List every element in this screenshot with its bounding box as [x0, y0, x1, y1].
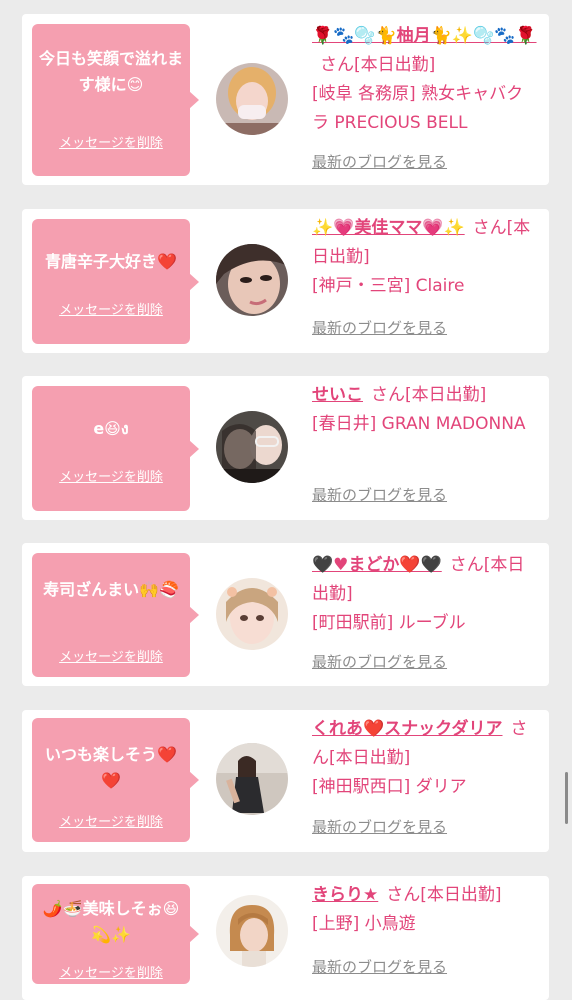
delete-message-link[interactable]: メッセージを削除: [32, 962, 190, 981]
message-text: e😆ง: [93, 419, 129, 438]
avatar[interactable]: [216, 63, 288, 135]
cast-name-link[interactable]: くれあ❤️スナックダリア: [312, 719, 503, 739]
cast-name-link[interactable]: 🖤♥まどか❤️🖤: [312, 555, 442, 575]
cast-info: くれあ❤️スナックダリア さん[本日出勤] [神田駅西口] ダリア: [312, 715, 540, 802]
cast-info: せいこ さん[本日出勤] [春日井] GRAN MADONNA: [312, 381, 540, 439]
latest-blog-link[interactable]: 最新のブログを見る: [312, 651, 447, 672]
avatar-photo-woman-filter: [216, 578, 288, 650]
delete-message-link[interactable]: メッセージを削除: [32, 811, 190, 830]
message-card: e😆ง メッセージを削除 せいこ さん[本日出勤] [春日井] GRAN MADONNA…: [22, 376, 549, 520]
cast-name-link[interactable]: きらり★: [312, 885, 378, 905]
honorific-label: さん: [371, 385, 405, 405]
message-text: 寿司ざんまい🙌🍣: [43, 580, 179, 599]
latest-blog-link[interactable]: 最新のブログを見る: [312, 956, 447, 977]
message-bubble: 寿司ざんまい🙌🍣 メッセージを削除: [32, 553, 199, 677]
shop-location: [春日井] GRAN MADONNA: [312, 414, 526, 434]
work-status: [本日出勤]: [420, 885, 502, 905]
message-card: いつも楽しそう❤️❤️ メッセージを削除 くれあ❤️スナックダリア さん[本日出勤][…: [22, 710, 549, 852]
cast-info: 🌹🐾🫧🐈柚月🐈✨🫧🐾🌹 さん[本日出勤] [岐阜 各務原] 熟女キャバクラ PREC…: [312, 22, 540, 138]
delete-message-link[interactable]: メッセージを削除: [32, 132, 190, 151]
work-status: [本日出勤]: [354, 55, 436, 75]
shop-location: [神田駅西口] ダリア: [312, 777, 467, 797]
cast-name-link[interactable]: ✨💗美佳ママ💗✨: [312, 218, 465, 238]
work-status: [本日出勤]: [329, 748, 411, 768]
avatar-photo-two-women: [216, 411, 288, 483]
avatar[interactable]: [216, 743, 288, 815]
delete-message-link[interactable]: メッセージを削除: [32, 646, 190, 665]
message-text: 今日も笑顔で溢れます様に😊: [38, 49, 183, 94]
message-bubble: e😆ง メッセージを削除: [32, 386, 199, 511]
avatar[interactable]: [216, 895, 288, 967]
latest-blog-link[interactable]: 最新のブログを見る: [312, 317, 447, 338]
shop-location: [神戸・三宮] Claire: [312, 276, 465, 296]
cast-info: ✨💗美佳ママ💗✨ さん[本日出勤] [神戸・三宮] Claire: [312, 214, 540, 301]
honorific-label: さん: [320, 55, 354, 75]
message-bubble: 青唐辛子大好き❤️ メッセージを削除: [32, 219, 199, 344]
cast-name-link[interactable]: 🌹🐾🫧🐈柚月🐈✨🫧🐾🌹: [312, 26, 537, 46]
latest-blog-link[interactable]: 最新のブログを見る: [312, 151, 447, 172]
message-bubble: いつも楽しそう❤️❤️ メッセージを削除: [32, 718, 199, 842]
cast-info: 🖤♥まどか❤️🖤 さん[本日出勤] [町田駅前] ルーブル: [312, 551, 540, 638]
message-bubble: 🌶️🍜美味しそぉ😆💫✨ メッセージを削除: [32, 884, 199, 984]
avatar[interactable]: [216, 578, 288, 650]
message-text: 青唐辛子大好き❤️: [45, 252, 177, 271]
honorific-label: さん: [386, 885, 421, 905]
message-text: いつも楽しそう❤️❤️: [45, 745, 177, 790]
shop-location: [岐阜 各務原] 熟女キャバクラ PRECIOUS BELL: [312, 84, 524, 133]
honorific-label: さん: [472, 218, 507, 238]
shop-location: [町田駅前] ルーブル: [312, 613, 466, 633]
scrollbar-thumb[interactable]: [565, 772, 568, 824]
message-card: 🌶️🍜美味しそぉ😆💫✨ メッセージを削除 きらり★ さん[本日出勤] [上野] 小鳥遊最…: [22, 876, 549, 1000]
avatar-photo-woman-posing: [216, 743, 288, 815]
avatar-photo-blonde-woman-mask: [216, 63, 288, 135]
avatar[interactable]: [216, 244, 288, 316]
delete-message-link[interactable]: メッセージを削除: [32, 466, 190, 485]
message-bubble: 今日も笑顔で溢れます様に😊 メッセージを削除: [32, 24, 199, 176]
latest-blog-link[interactable]: 最新のブログを見る: [312, 816, 447, 837]
avatar-photo-woman-closeup: [216, 244, 288, 316]
cast-name-link[interactable]: せいこ: [312, 385, 363, 405]
message-card: 青唐辛子大好き❤️ メッセージを削除 ✨💗美佳ママ💗✨ さん[本日出勤] [神戸・三宮]…: [22, 209, 549, 353]
avatar[interactable]: [216, 411, 288, 483]
delete-message-link[interactable]: メッセージを削除: [32, 299, 190, 318]
latest-blog-link[interactable]: 最新のブログを見る: [312, 484, 447, 505]
cast-info: きらり★ さん[本日出勤] [上野] 小鳥遊: [312, 881, 540, 939]
honorific-label: さん: [449, 555, 484, 575]
message-text: 🌶️🍜美味しそぉ😆💫✨: [42, 899, 180, 944]
message-card: 今日も笑顔で溢れます様に😊 メッセージを削除 🌹🐾🫧🐈柚月🐈✨🫧🐾🌹 さん[本日出勤]…: [22, 14, 549, 185]
message-card: 寿司ざんまい🙌🍣 メッセージを削除 🖤♥まどか❤️🖤 さん[本日出勤] [町田駅前] ル…: [22, 543, 549, 686]
avatar-photo-woman-bob-hair: [216, 895, 288, 967]
shop-location: [上野] 小鳥遊: [312, 914, 416, 934]
work-status: [本日出勤]: [405, 385, 487, 405]
